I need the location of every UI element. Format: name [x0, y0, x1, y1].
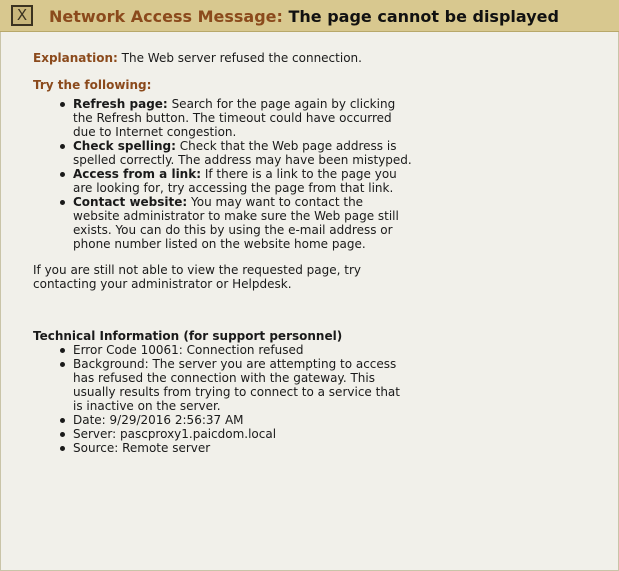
title-lead: Network Access Message:: [49, 7, 283, 26]
explanation: Explanation: The Web server refused the …: [33, 51, 413, 65]
close-icon[interactable]: X: [11, 5, 33, 26]
page-title: Network Access Message: The page cannot …: [49, 7, 559, 26]
title-main: The page cannot be displayed: [288, 7, 559, 26]
item-label: Check spelling:: [73, 139, 176, 153]
list-item: Source: Remote server: [60, 441, 413, 455]
list-item: Error Code 10061: Connection refused: [60, 343, 413, 357]
message-content: Explanation: The Web server refused the …: [33, 51, 413, 455]
list-item: Check spelling: Check that the Web page …: [60, 139, 413, 167]
title-bar: X Network Access Message: The page canno…: [0, 0, 619, 32]
try-list: Refresh page: Search for the page again …: [33, 97, 413, 251]
list-item: Access from a link: If there is a link t…: [60, 167, 413, 195]
explanation-label: Explanation:: [33, 51, 118, 65]
list-item: Contact website: You may want to contact…: [60, 195, 413, 251]
list-item: Refresh page: Search for the page again …: [60, 97, 413, 139]
item-label: Contact website:: [73, 195, 188, 209]
list-item: Background: The server you are attemptin…: [60, 357, 413, 413]
item-label: Refresh page:: [73, 97, 168, 111]
list-item: Server: pascproxy1.paicdom.local: [60, 427, 413, 441]
item-label: Access from a link:: [73, 167, 202, 181]
try-heading: Try the following:: [33, 78, 152, 92]
list-item: Date: 9/29/2016 2:56:37 AM: [60, 413, 413, 427]
still-text: If you are still not able to view the re…: [33, 263, 361, 291]
technical-heading: Technical Information (for support perso…: [33, 329, 343, 343]
technical-list: Error Code 10061: Connection refused Bac…: [33, 343, 413, 455]
explanation-text: The Web server refused the connection.: [121, 51, 362, 65]
